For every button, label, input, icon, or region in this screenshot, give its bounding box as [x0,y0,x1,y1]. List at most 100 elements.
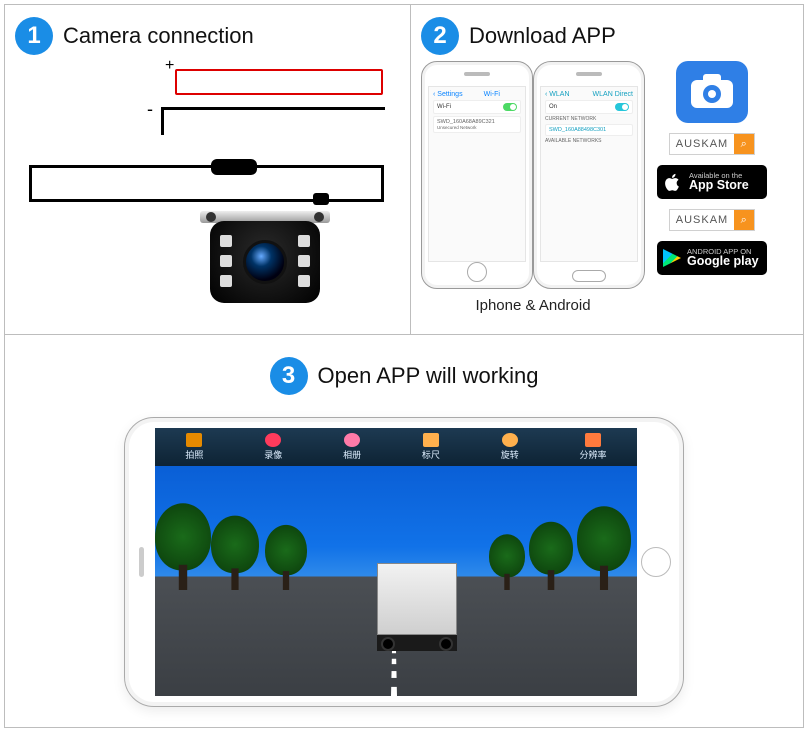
panel2-content: ‹ Settings Wi-Fi Wi-Fi SWD_160A68A89C321 [421,61,793,314]
tab-label: 录像 [264,448,282,461]
tab-label: 拍照 [185,448,203,461]
cable [329,199,384,202]
album-icon [344,433,360,447]
home-button-icon [467,262,487,282]
auskam-tag-appstore: AUSKAM ⌕ [669,133,755,155]
led-icon [298,255,310,267]
wiring-diagram: + - [15,61,395,321]
landscape-phone-mockup: 拍照 录像 相册 标尺 旋转 分辨率 [124,417,684,707]
home-button-icon [641,547,671,577]
camera-body [210,221,320,303]
toolbar-album[interactable]: 相册 [343,433,361,461]
red-wire [175,69,383,95]
toolbar-record[interactable]: 录像 [264,433,282,461]
cable [381,165,384,201]
panel-open-app: 3 Open APP will working 拍照 录像 相册 标尺 旋转 分… [5,335,803,727]
toolbar-rotate[interactable]: 旋转 [501,433,519,461]
panel3-title: Open APP will working [318,363,539,389]
led-icon [298,275,310,287]
auskam-text: AUSKAM [670,138,734,150]
minus-label: - [147,99,153,120]
back-label: ‹ WLAN [545,91,570,98]
phones-column: ‹ Settings Wi-Fi Wi-Fi SWD_160A68A89C321 [421,61,645,314]
app-store-badge[interactable]: Available on the App Store [657,165,767,199]
on-toggle-row: On [545,100,633,114]
record-icon [265,433,281,447]
iphone-mockup: ‹ Settings Wi-Fi Wi-Fi SWD_160A68A89C321 [421,61,533,289]
tree-icon [489,536,525,590]
google-large: Google play [687,255,759,268]
app-screen: 拍照 录像 相册 标尺 旋转 分辨率 [155,428,637,696]
camera-app-icon [689,72,735,112]
tab-label: 相册 [343,448,361,461]
black-wire-down [161,107,164,135]
tab-label: 旋转 [501,448,519,461]
tree-icon [211,518,259,590]
rotate-icon [502,433,518,447]
tree-icon [577,509,631,590]
step-number-3: 3 [270,357,308,395]
phones-pair: ‹ Settings Wi-Fi Wi-Fi SWD_160A68A89C321 [421,61,645,289]
on-label: On [549,104,557,110]
toggle-on-icon [503,103,517,111]
phones-caption: Iphone & Android [421,297,645,314]
auskam-tag-play: AUSKAM ⌕ [669,209,755,231]
back-label: ‹ Settings [433,91,463,98]
panel2-heading: 2 Download APP [421,17,793,55]
truck-icon [377,563,457,655]
appstore-large: App Store [689,179,749,192]
network-row: SWD_160A88498C301 [545,124,633,136]
step-number-2: 2 [421,17,459,55]
cable [29,165,383,168]
speaker-icon [139,547,144,577]
google-play-badge[interactable]: ANDROID APP ON Google play [657,241,767,275]
auskam-app-icon [676,61,748,123]
tree-icon [155,506,211,590]
panel3-heading: 3 Open APP will working [270,357,539,395]
cable [29,165,32,201]
connector-plug [313,193,329,205]
panel1-heading: 1 Camera connection [15,17,400,55]
network-row: SWD_160A68A89C321 Unsecured Network [433,116,521,133]
screen-title: Wi-Fi [484,91,500,98]
panel2-title: Download APP [469,23,616,49]
search-icon: ⌕ [734,134,754,154]
search-icon: ⌕ [734,210,754,230]
camera-unit [205,211,325,307]
panel1-title: Camera connection [63,23,254,49]
auskam-text: AUSKAM [670,214,734,226]
toolbar-photo[interactable]: 拍照 [185,433,203,461]
panel-download-app: 2 Download APP ‹ Settings Wi-Fi [411,5,803,334]
home-button-icon [572,270,606,282]
apple-icon [663,172,683,192]
google-play-icon [663,249,681,267]
camera-feed-scene [155,466,637,696]
top-row: 1 Camera connection + - [5,5,803,335]
instruction-diagram: 1 Camera connection + - [4,4,804,728]
plus-label: + [165,57,174,75]
tab-label: 标尺 [422,448,440,461]
led-icon [220,255,232,267]
wifi-toggle-row: Wi-Fi [433,100,521,114]
toolbar-ruler[interactable]: 标尺 [422,433,440,461]
avail-label: AVAILABLE NETWORKS [545,138,633,144]
transmitter-module [211,159,257,175]
speaker-icon [464,72,490,76]
section-label: CURRENT NETWORK [545,116,633,122]
app-toolbar: 拍照 录像 相册 标尺 旋转 分辨率 [155,428,637,466]
wlan-direct: WLAN Direct [593,91,633,98]
android-mockup: ‹ WLAN WLAN Direct On CURRENT NETWORK SW… [533,61,645,289]
led-icon [220,235,232,247]
panel-camera-connection: 1 Camera connection + - [5,5,411,334]
app-links-column: AUSKAM ⌕ Available on the App Store AUSK… [657,61,767,275]
tab-label: 分辨率 [580,448,607,461]
camera-icon [186,433,202,447]
cable [29,199,313,202]
network-name: SWD_160A88498C301 [549,127,606,133]
network-sub: Unsecured Network [437,125,477,130]
ruler-icon [423,433,439,447]
camera-lens-icon [243,240,287,284]
toolbar-resolution[interactable]: 分辨率 [580,433,607,461]
led-icon [220,275,232,287]
toggle-on-icon [615,103,629,111]
